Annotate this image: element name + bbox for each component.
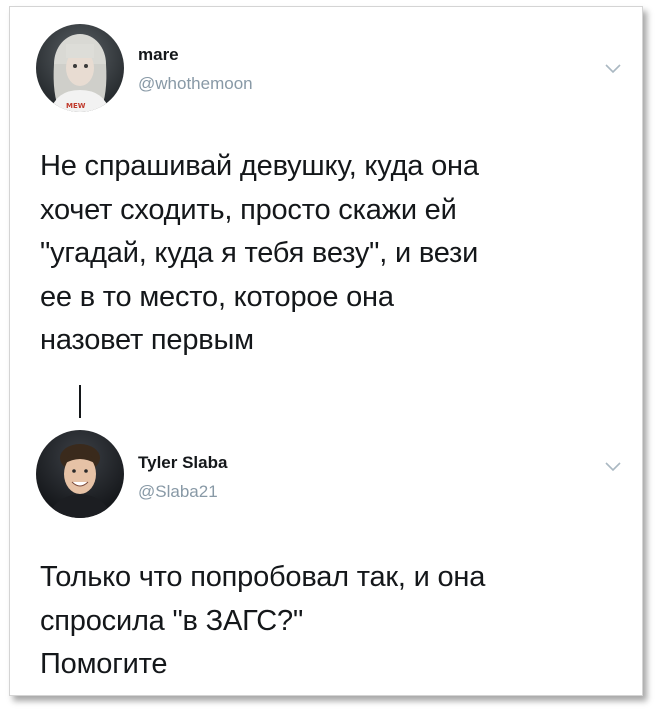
svg-text:MEW: MEW: [66, 102, 86, 110]
display-name[interactable]: Tyler Slaba: [138, 453, 227, 473]
user-handle[interactable]: @whothemoon: [138, 74, 253, 94]
tweet-text: Только что попробовал так, и она спросил…: [40, 561, 486, 680]
chevron-down-icon[interactable]: [604, 459, 622, 473]
user-handle[interactable]: @Slaba21: [138, 482, 218, 502]
avatar[interactable]: MEW: [36, 24, 124, 112]
tweet-screenshot-frame: MEW mare @whothemoon Не спрашивай девушк…: [9, 6, 643, 696]
profile-photo-guy-icon: [36, 430, 124, 518]
avatar[interactable]: [36, 430, 124, 518]
display-name[interactable]: mare: [138, 45, 179, 65]
tweet-original: MEW mare @whothemoon Не спрашивай девушк…: [10, 7, 642, 387]
tweet-reply: Tyler Slaba @Slaba21 Только что попробов…: [10, 391, 642, 695]
chevron-down-icon[interactable]: [604, 61, 622, 75]
tweet-text: Не спрашивай девушку, куда она хочет схо…: [40, 150, 479, 356]
profile-photo-girl-icon: MEW: [36, 24, 124, 112]
